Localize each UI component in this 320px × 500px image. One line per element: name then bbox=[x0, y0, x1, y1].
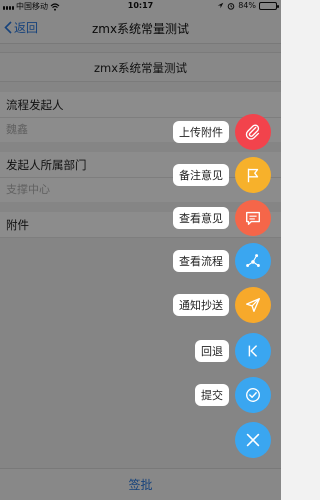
fab-item-remark[interactable]: 备注意见 bbox=[173, 157, 271, 193]
fab-item-view-comments[interactable]: 查看意见 bbox=[173, 200, 271, 236]
fab-item-rollback[interactable]: 回退 bbox=[195, 333, 271, 369]
fab-label[interactable]: 通知抄送 bbox=[173, 294, 229, 316]
check-icon[interactable] bbox=[235, 377, 271, 413]
comment-icon[interactable] bbox=[235, 200, 271, 236]
fab-close-row[interactable] bbox=[235, 422, 271, 458]
fab-item-submit[interactable]: 提交 bbox=[195, 377, 271, 413]
fab-label[interactable]: 提交 bbox=[195, 384, 229, 406]
fab-item-view-flow[interactable]: 查看流程 bbox=[173, 243, 271, 279]
fab-label[interactable]: 回退 bbox=[195, 340, 229, 362]
send-icon[interactable] bbox=[235, 287, 271, 323]
close-icon[interactable] bbox=[235, 422, 271, 458]
fab-label[interactable]: 备注意见 bbox=[173, 164, 229, 186]
fab-label[interactable]: 查看意见 bbox=[173, 207, 229, 229]
paperclip-icon[interactable] bbox=[235, 114, 271, 150]
fab-item-upload[interactable]: 上传附件 bbox=[173, 114, 271, 150]
fab-item-notify[interactable]: 通知抄送 bbox=[173, 287, 271, 323]
flow-icon[interactable] bbox=[235, 243, 271, 279]
fab-label[interactable]: 上传附件 bbox=[173, 121, 229, 143]
fab-label[interactable]: 查看流程 bbox=[173, 250, 229, 272]
back-icon[interactable] bbox=[235, 333, 271, 369]
flag-icon[interactable] bbox=[235, 157, 271, 193]
